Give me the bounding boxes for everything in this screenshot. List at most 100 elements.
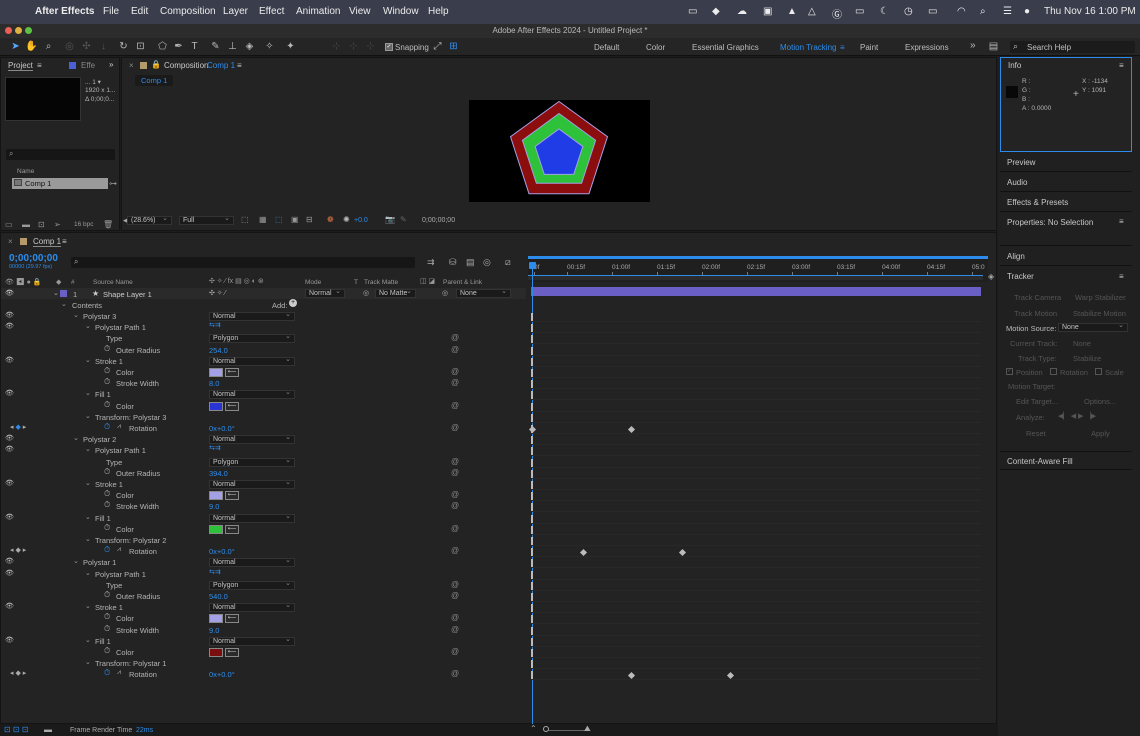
property-track[interactable] xyxy=(531,536,981,546)
property-track[interactable] xyxy=(531,547,981,557)
preview-panel-header[interactable]: Preview xyxy=(1000,153,1132,172)
graph-icon[interactable]: ⩘ xyxy=(117,546,121,554)
tab-timeline-comp1[interactable]: Comp 1 xyxy=(33,237,62,247)
shy-layers-icon[interactable]: ▤ xyxy=(466,257,475,268)
clock-icon[interactable]: ◷ xyxy=(904,6,913,17)
type-tool-icon[interactable]: T xyxy=(188,40,201,53)
work-area-bar[interactable] xyxy=(528,256,988,259)
time-zoom-handle[interactable] xyxy=(543,726,549,732)
snap-features-icon[interactable]: ⊞ xyxy=(447,40,460,53)
selection-tool-icon[interactable]: ➤ xyxy=(9,40,22,53)
search-icon[interactable]: ⌕ xyxy=(980,6,986,17)
menu-layer[interactable]: Layer xyxy=(223,6,248,17)
3d-view-icon[interactable]: ▣ xyxy=(291,215,299,224)
stopwatch-icon[interactable]: ⏱ xyxy=(104,489,110,499)
dolly-tool-icon[interactable]: ↓ xyxy=(97,40,110,53)
property-value[interactable]: 9.0 xyxy=(209,502,219,511)
expression-pickwhip-icon[interactable]: @ xyxy=(451,378,459,387)
contents-expand-icon[interactable]: ⌄ xyxy=(61,300,67,308)
menu-animation[interactable]: Animation xyxy=(296,6,340,17)
property-value[interactable]: 0x+0.0° xyxy=(209,670,235,679)
anchor-tool-icon[interactable]: ⊡ xyxy=(134,40,147,53)
stopwatch-icon[interactable]: ⏱ xyxy=(104,624,110,634)
property-value[interactable]: 0x+0.0° xyxy=(209,424,235,433)
property-track[interactable] xyxy=(531,379,981,389)
expression-pickwhip-icon[interactable]: @ xyxy=(451,669,459,678)
property-dropdown[interactable]: Normal xyxy=(209,434,295,444)
rotation-checkbox[interactable] xyxy=(1050,368,1057,375)
property-track[interactable] xyxy=(531,648,981,658)
property-track[interactable] xyxy=(531,390,981,400)
layer-visibility-icon[interactable]: 👁 xyxy=(5,289,14,297)
add-content-button[interactable]: + xyxy=(289,299,297,307)
motion-source-dropdown[interactable]: None xyxy=(1058,322,1128,332)
effects-presets-panel-header[interactable]: Effects & Presets xyxy=(1000,193,1132,212)
eyedropper-icon[interactable]: ⟵ xyxy=(225,368,239,377)
property-dropdown[interactable]: Polygon xyxy=(209,457,295,467)
info-panel-menu-icon[interactable]: ≡ xyxy=(1119,61,1124,70)
property-visibility-icon[interactable]: 👁 xyxy=(5,389,14,397)
mask-visibility-icon[interactable]: ⬚ xyxy=(275,215,283,224)
roto-brush-tool-icon[interactable]: ✧ xyxy=(263,40,276,53)
property-dropdown[interactable]: Normal xyxy=(209,602,295,612)
layer-switches[interactable]: ✣ ✧ ⁄ xyxy=(209,289,226,297)
timeline-timecode[interactable]: 0;00;00;00 xyxy=(9,253,58,264)
property-track[interactable] xyxy=(531,424,981,434)
close-comp-tab-icon[interactable]: × xyxy=(129,61,134,70)
eyedropper-icon[interactable]: ⟵ xyxy=(225,491,239,500)
bit-depth-label[interactable]: 16 bpc xyxy=(74,221,94,228)
render-options-icons[interactable]: ⊡ ⊡ ⊡ xyxy=(4,725,29,734)
property-expand-icon[interactable]: ⌄ xyxy=(85,412,91,420)
search-help-field[interactable]: ⌕ Search Help xyxy=(1010,41,1135,53)
eyedropper-icon[interactable]: ⟵ xyxy=(225,525,239,534)
expression-pickwhip-icon[interactable]: @ xyxy=(451,423,459,432)
stopwatch-icon[interactable]: ⏱ xyxy=(104,523,110,533)
track-camera-button[interactable]: Track Camera xyxy=(1014,293,1061,302)
align-panel-header[interactable]: Align xyxy=(1000,247,1132,266)
stopwatch-icon[interactable]: ⏱ xyxy=(104,500,110,510)
workspace-paint[interactable]: Paint xyxy=(860,43,878,52)
property-value[interactable]: 254.0 xyxy=(209,346,228,355)
stopwatch-icon[interactable]: ⏱ xyxy=(104,545,110,555)
stopwatch-icon[interactable]: ⏱ xyxy=(104,366,110,376)
zoom-window-button[interactable] xyxy=(25,27,32,34)
property-track[interactable] xyxy=(531,458,981,468)
timeline-panel-menu-icon[interactable]: ≡ xyxy=(62,237,67,246)
stopwatch-icon[interactable]: ⏱ xyxy=(104,377,110,387)
comp-canvas[interactable] xyxy=(469,100,650,202)
eraser-tool-icon[interactable]: ◈ xyxy=(243,40,256,53)
stopwatch-icon[interactable]: ⏱ xyxy=(104,668,110,678)
layer-name[interactable]: Shape Layer 1 xyxy=(103,290,152,299)
property-expand-icon[interactable]: ⌄ xyxy=(85,569,91,577)
close-timeline-tab-icon[interactable]: × xyxy=(8,237,13,246)
tracker-menu-icon[interactable]: ≡ xyxy=(1119,272,1124,281)
navigator-bar[interactable] xyxy=(528,275,983,280)
property-visibility-icon[interactable]: 👁 xyxy=(5,602,14,610)
property-track[interactable] xyxy=(531,614,981,624)
grammarly-icon[interactable]: Ⓖ xyxy=(832,6,842,21)
property-track[interactable] xyxy=(531,402,981,412)
zoom-tool-icon[interactable]: ⌕ xyxy=(42,40,55,53)
track-matte-dropdown[interactable]: No Matte xyxy=(375,288,416,298)
workspace-color[interactable]: Color xyxy=(646,43,665,52)
property-visibility-icon[interactable]: 👁 xyxy=(5,569,14,577)
orbit-tool-icon[interactable]: ◎ xyxy=(63,40,76,53)
puppet-tool-icon[interactable]: ✦ xyxy=(284,40,297,53)
scale-checkbox[interactable] xyxy=(1095,368,1102,375)
property-dropdown[interactable]: Polygon xyxy=(209,333,295,343)
brush-tool-icon[interactable]: ✎ xyxy=(209,40,222,53)
stabilize-motion-button[interactable]: Stabilize Motion xyxy=(1073,309,1126,318)
delete-icon[interactable]: 🗑 xyxy=(103,220,113,229)
menubar-clock[interactable]: Thu Nov 16 1:00 PM xyxy=(1044,6,1136,17)
stopwatch-icon[interactable]: ⏱ xyxy=(104,467,110,477)
reset-button[interactable]: Reset xyxy=(1026,429,1046,438)
layer-blend-mode-dropdown[interactable]: Normal xyxy=(305,288,345,298)
options-button[interactable]: Options... xyxy=(1084,397,1116,406)
new-folder-icon[interactable]: ▬ xyxy=(22,220,30,229)
transparency-grid-icon[interactable]: ▦ xyxy=(259,215,267,224)
color-swatch[interactable] xyxy=(209,614,223,623)
clone-stamp-tool-icon[interactable]: ⊥ xyxy=(226,40,239,53)
battery-icon[interactable]: ▭ xyxy=(928,6,937,17)
composition-panel-menu-icon[interactable]: ≡ xyxy=(237,61,242,70)
properties-menu-icon[interactable]: ≡ xyxy=(1119,217,1124,226)
